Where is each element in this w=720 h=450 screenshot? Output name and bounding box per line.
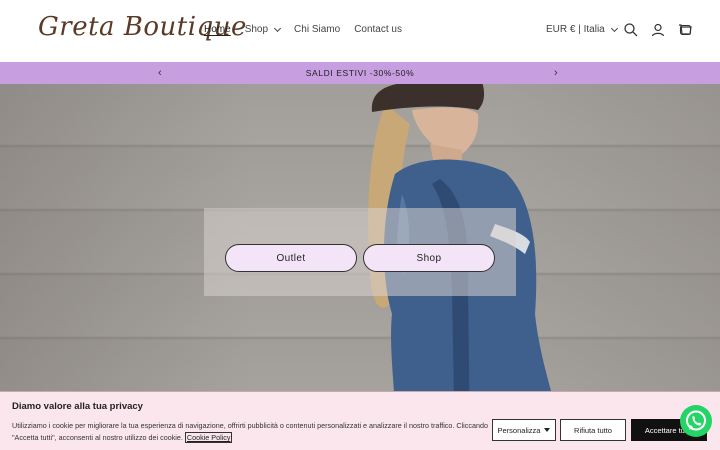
cookie-text: Utilizziamo i cookie per migliorare la t… [12,420,488,444]
outlet-button[interactable]: Outlet [225,244,357,272]
site-header: Greta Boutique Home Shop Chi Siamo Conta… [0,0,720,62]
nav-item-shop-label: Shop [244,24,269,35]
account-icon[interactable] [650,22,666,38]
chevron-right-icon[interactable]: › [554,67,558,79]
customize-label: Personalizza [497,425,541,435]
locale-label: EUR € | Italia [546,24,605,35]
nav-item-chi-siamo[interactable]: Chi Siamo [294,24,340,35]
whatsapp-icon[interactable] [680,405,712,437]
chevron-left-icon[interactable]: ‹ [158,67,162,79]
cookie-banner: Diamo valore alla tua privacy Utilizziam… [0,391,720,450]
search-icon[interactable] [623,22,639,38]
cart-icon[interactable] [677,22,693,38]
nav-item-contact-us[interactable]: Contact us [354,24,402,35]
nav-item-shop[interactable]: Shop [244,24,282,35]
chevron-down-icon [274,24,282,32]
locale-selector[interactable]: EUR € | Italia [546,24,618,35]
announcement-text: SALDI ESTIVI -30%-50% [305,68,415,78]
chevron-down-icon [610,24,618,32]
caret-down-icon [544,428,551,432]
main-nav: Home Shop Chi Siamo Contact us [204,24,416,35]
announcement-bar: ‹ SALDI ESTIVI -30%-50% › [0,62,720,84]
customize-button[interactable]: Personalizza [492,419,556,441]
cookie-policy-link[interactable]: Cookie Policy [184,432,233,443]
cookie-body: Utilizziamo i cookie per migliorare la t… [12,421,488,442]
reject-all-button[interactable]: Rifiuta tutto [560,419,626,441]
cookie-title: Diamo valore alla tua privacy [12,401,143,412]
nav-item-home[interactable]: Home [204,24,231,35]
shop-button[interactable]: Shop [363,244,495,272]
